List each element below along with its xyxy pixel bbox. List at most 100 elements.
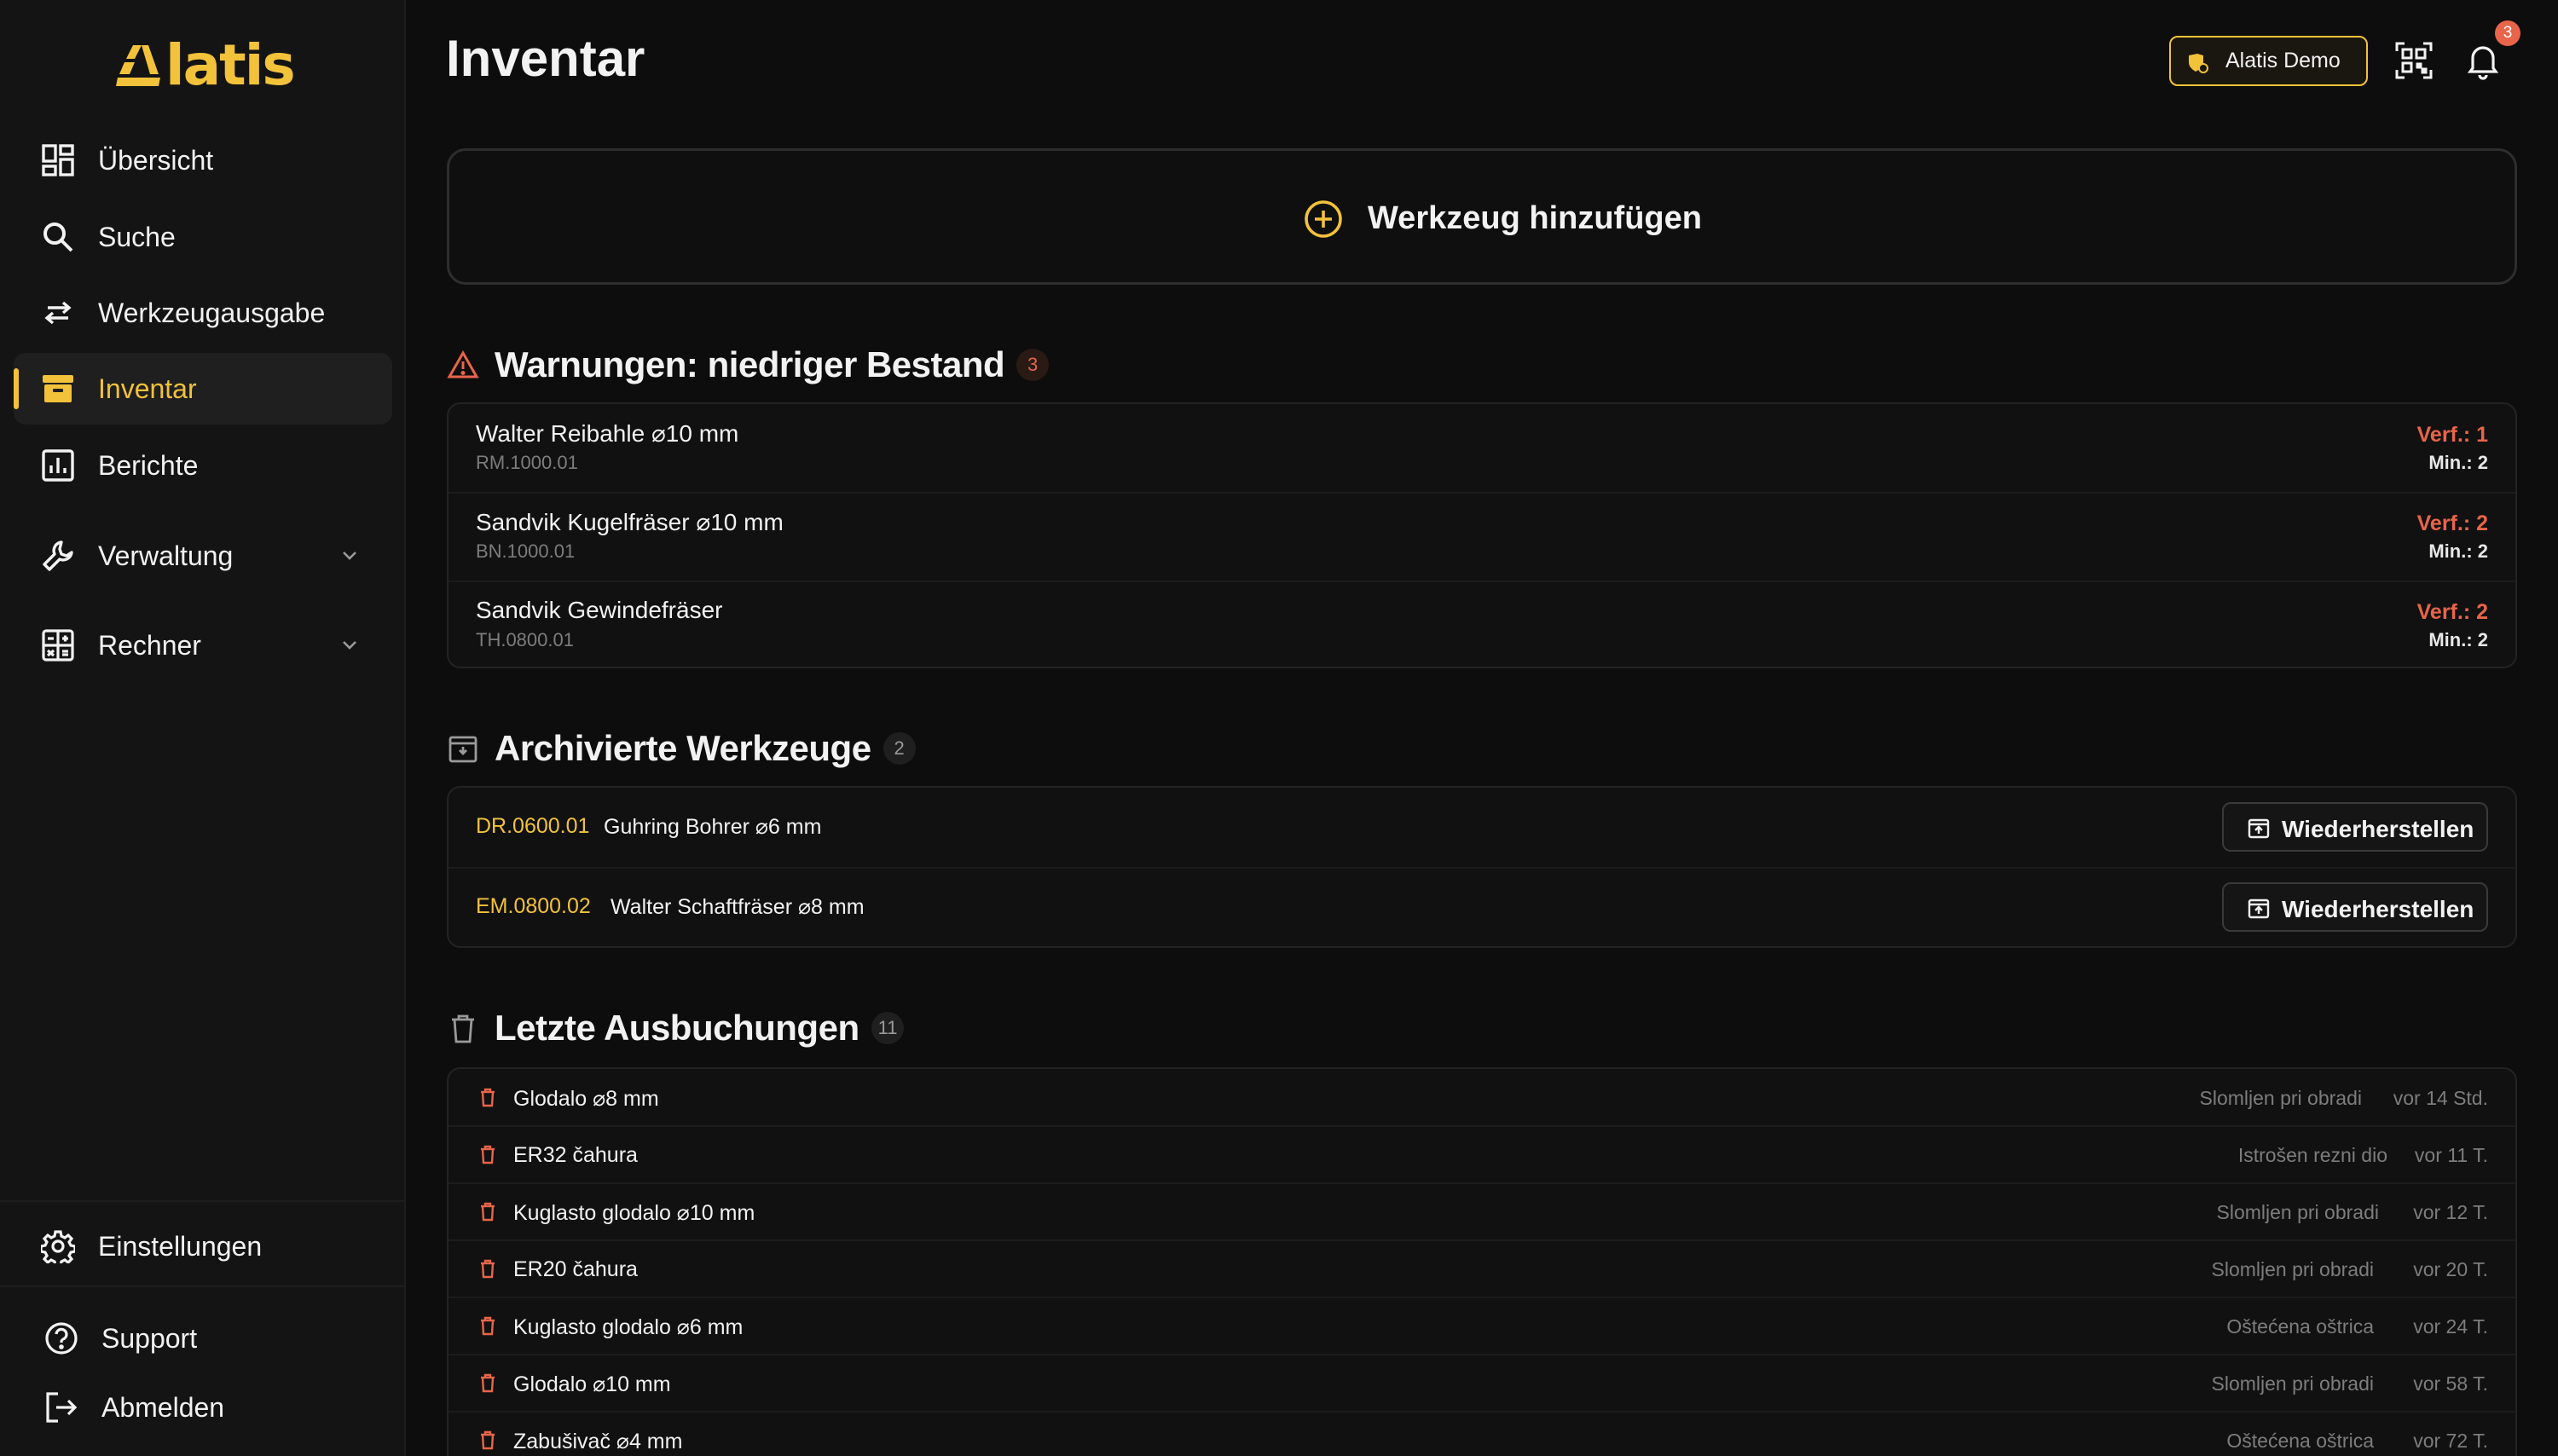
sidebar-item-verwaltung[interactable]: Verwaltung bbox=[14, 520, 392, 592]
logout-icon bbox=[46, 1392, 78, 1423]
checkout-item-name: ER20 čahura bbox=[513, 1257, 638, 1281]
warnings-section-header: Warnungen: niedriger Bestand 3 bbox=[447, 339, 1050, 390]
warning-item-name: Walter Reibahle ⌀10 mm bbox=[476, 420, 739, 447]
checkout-item-reason: Slomljen pri obradi bbox=[2199, 1087, 2362, 1109]
sidebar: latis Übersicht Suche Werkzeugausgabe In… bbox=[0, 0, 406, 1456]
checkout-item[interactable]: ER32 čahura Istrošen rezni dio vor 11 T. bbox=[449, 1126, 2515, 1182]
warning-triangle-icon bbox=[447, 350, 479, 378]
warning-item-minimum: Min.: 2 bbox=[2428, 540, 2488, 562]
workspace-switcher-button[interactable]: Alatis Demo bbox=[2169, 36, 2368, 86]
archived-item-name: Walter Schaftfräser ⌀8 mm bbox=[611, 895, 865, 919]
sidebar-divider bbox=[0, 1286, 406, 1287]
archived-item-name: Guhring Bohrer ⌀6 mm bbox=[604, 815, 822, 839]
checkout-item-name: ER32 čahura bbox=[513, 1143, 638, 1167]
swap-arrows-icon bbox=[44, 301, 72, 325]
dashboard-icon bbox=[42, 144, 74, 176]
checkout-item[interactable]: Zabušivač ⌀4 mm Oštećena oštrica vor 72 … bbox=[449, 1412, 2515, 1456]
sidebar-item-label: Werkzeugausgabe bbox=[98, 297, 326, 328]
sidebar-item-label: Berichte bbox=[98, 449, 199, 481]
checkout-item-reason: Slomljen pri obradi bbox=[2216, 1201, 2379, 1223]
archived-title: Archivierte Werkzeuge bbox=[495, 728, 871, 768]
sidebar-item-label: Verwaltung bbox=[98, 540, 234, 571]
trash-icon bbox=[481, 1430, 495, 1450]
warnings-count-badge: 3 bbox=[1016, 349, 1050, 381]
qr-scan-icon[interactable] bbox=[2394, 41, 2434, 80]
checkout-item-time: vor 58 T. bbox=[2413, 1372, 2488, 1395]
checkout-item-time: vor 12 T. bbox=[2413, 1201, 2488, 1223]
sidebar-item-label: Übersicht bbox=[98, 144, 214, 176]
sidebar-item-suche[interactable]: Suche bbox=[14, 201, 392, 273]
checkout-item-name: Zabušivač ⌀4 mm bbox=[513, 1430, 683, 1453]
calculator-icon bbox=[42, 629, 74, 662]
sidebar-item-werkzeugausgabe[interactable]: Werkzeugausgabe bbox=[14, 277, 392, 349]
alatis-logo[interactable]: latis bbox=[116, 32, 296, 98]
warning-item-code: RM.1000.01 bbox=[476, 452, 578, 473]
checkouts-list: Glodalo ⌀8 mm Slomljen pri obradi vor 14… bbox=[447, 1067, 2517, 1456]
restore-button[interactable]: Wiederherstellen bbox=[2222, 802, 2488, 852]
active-indicator bbox=[14, 368, 19, 409]
checkout-item-time: vor 11 T. bbox=[2414, 1144, 2488, 1166]
support-button[interactable]: Support bbox=[14, 1303, 392, 1374]
checkout-item[interactable]: Glodalo ⌀10 mm Slomljen pri obradi vor 5… bbox=[449, 1355, 2515, 1411]
workspace-label: Alatis Demo bbox=[2225, 49, 2341, 72]
trash-icon bbox=[481, 1373, 495, 1393]
settings-label: Einstellungen bbox=[98, 1230, 263, 1262]
sidebar-item-inventar[interactable]: Inventar bbox=[14, 353, 392, 425]
search-icon bbox=[43, 222, 73, 252]
archived-section-header: Archivierte Werkzeuge 2 bbox=[447, 723, 916, 774]
wrench-icon bbox=[43, 540, 73, 571]
restore-button[interactable]: Wiederherstellen bbox=[2222, 882, 2488, 932]
bell-icon[interactable] bbox=[2463, 41, 2503, 80]
archived-item: EM.0800.02 Walter Schaftfräser ⌀8 mm Wie… bbox=[449, 868, 2515, 946]
bar-chart-icon bbox=[42, 449, 74, 482]
gear-icon bbox=[41, 1230, 75, 1263]
warning-item-code: TH.0800.01 bbox=[476, 629, 574, 650]
sidebar-item-berichte[interactable]: Berichte bbox=[14, 430, 392, 501]
warning-item-available: Verf.: 2 bbox=[2416, 511, 2488, 535]
warnings-title: Warnungen: niedriger Bestand bbox=[495, 344, 1005, 384]
checkout-item-name: Glodalo ⌀10 mm bbox=[513, 1372, 671, 1396]
sidebar-item-label: Rechner bbox=[98, 629, 201, 661]
add-tool-button[interactable]: Werkzeug hinzufügen bbox=[447, 148, 2517, 285]
warning-item[interactable]: Sandvik Gewindefräser TH.0800.01 Verf.: … bbox=[449, 581, 2515, 667]
restore-label: Wiederherstellen bbox=[2282, 816, 2474, 842]
chevron-down-icon bbox=[343, 641, 356, 650]
workspace-icon bbox=[2189, 54, 2208, 73]
checkout-item[interactable]: Kuglasto glodalo ⌀10 mm Slomljen pri obr… bbox=[449, 1183, 2515, 1239]
archived-list: DR.0600.01 Guhring Bohrer ⌀6 mm Wiederhe… bbox=[447, 786, 2517, 948]
checkout-item-reason: Istrošen rezni dio bbox=[2237, 1144, 2387, 1166]
checkout-item[interactable]: Glodalo ⌀8 mm Slomljen pri obradi vor 14… bbox=[449, 1069, 2515, 1125]
warning-item-name: Sandvik Kugelfräser ⌀10 mm bbox=[476, 509, 784, 535]
warning-item[interactable]: Sandvik Kugelfräser ⌀10 mm BN.1000.01 Ve… bbox=[449, 493, 2515, 581]
warning-item-minimum: Min.: 2 bbox=[2428, 629, 2488, 650]
logo-text: latis bbox=[165, 32, 296, 98]
warning-item[interactable]: Walter Reibahle ⌀10 mm RM.1000.01 Verf.:… bbox=[449, 404, 2515, 493]
warning-item-minimum: Min.: 2 bbox=[2428, 452, 2488, 473]
checkouts-count-badge: 11 bbox=[871, 1012, 905, 1044]
checkout-item-reason: Oštećena oštrica bbox=[2226, 1315, 2374, 1338]
trash-icon bbox=[481, 1259, 495, 1279]
archived-item-code: DR.0600.01 bbox=[476, 814, 590, 838]
archived-item: DR.0600.01 Guhring Bohrer ⌀6 mm Wiederhe… bbox=[449, 788, 2515, 868]
checkout-item-reason: Oštećena oštrica bbox=[2226, 1430, 2374, 1452]
chevron-down-icon bbox=[343, 552, 356, 560]
archived-item-code: EM.0800.02 bbox=[476, 894, 591, 918]
logout-label: Abmelden bbox=[101, 1391, 225, 1423]
checkout-item-reason: Slomljen pri obradi bbox=[2211, 1258, 2374, 1280]
checkouts-section-header: Letzte Ausbuchungen 11 bbox=[447, 1002, 905, 1054]
checkout-item[interactable]: ER20 čahura Slomljen pri obradi vor 20 T… bbox=[449, 1240, 2515, 1297]
sidebar-item-rechner[interactable]: Rechner bbox=[14, 610, 392, 681]
checkout-item-time: vor 72 T. bbox=[2413, 1430, 2488, 1452]
sidebar-item-label: Inventar bbox=[98, 373, 197, 404]
checkout-item-time: vor 24 T. bbox=[2413, 1315, 2488, 1338]
trash-icon bbox=[481, 1145, 495, 1164]
warning-item-available: Verf.: 2 bbox=[2416, 600, 2488, 624]
archived-count-badge: 2 bbox=[883, 732, 916, 765]
trash-icon bbox=[481, 1202, 495, 1222]
logout-button[interactable]: Abmelden bbox=[14, 1372, 392, 1443]
checkout-item-time: vor 20 T. bbox=[2413, 1258, 2488, 1280]
checkout-item[interactable]: Kuglasto glodalo ⌀6 mm Oštećena oštrica … bbox=[449, 1297, 2515, 1354]
settings-button[interactable]: Einstellungen bbox=[14, 1210, 392, 1282]
sidebar-item-uebersicht[interactable]: Übersicht bbox=[14, 124, 392, 196]
logo-mark-icon bbox=[116, 45, 160, 86]
